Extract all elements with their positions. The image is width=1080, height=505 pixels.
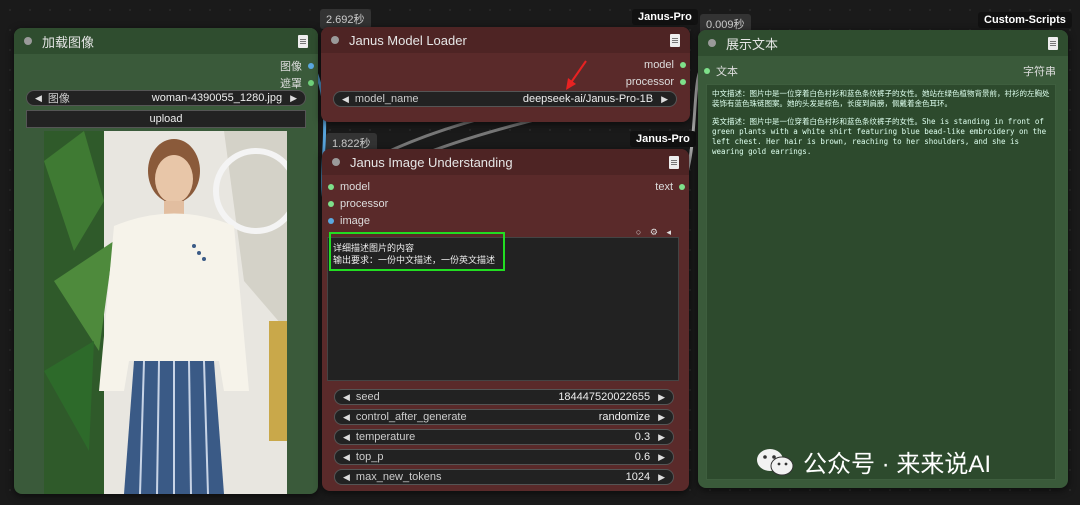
show-text-node[interactable]: 展示文本 文本 字符串 中文描述：图片中是一位穿着白色衬衫和蓝色条纹裤子的女性。… <box>698 30 1068 488</box>
output-text-port[interactable]: text <box>655 181 685 193</box>
node-title: Janus Model Loader <box>349 32 467 48</box>
node-title: Janus Image Understanding <box>350 154 513 170</box>
max-new-tokens-widget[interactable]: ◀ max_new_tokens 1024 ▶ <box>334 469 674 485</box>
image-preview <box>44 131 287 494</box>
show-text-header[interactable]: 展示文本 <box>698 30 1068 56</box>
model-port-icon[interactable] <box>328 184 334 190</box>
watermark-text: 公众号 · 来来说AI <box>803 451 992 478</box>
input-processor-port[interactable]: processor <box>328 198 388 210</box>
output-model-port[interactable]: model <box>644 59 686 71</box>
image-port-icon[interactable] <box>328 218 334 224</box>
node-title: 展示文本 <box>726 36 779 52</box>
green-highlight-box <box>329 232 505 271</box>
doc-icon[interactable] <box>669 155 679 169</box>
mask-port-icon[interactable] <box>308 80 314 86</box>
doc-icon[interactable] <box>1048 36 1058 50</box>
model-loader-node[interactable]: Janus Model Loader model processor ◀ mod… <box>321 27 690 122</box>
processor-port-icon[interactable] <box>328 201 334 207</box>
collapse-dot-icon[interactable] <box>24 37 32 45</box>
arrow-left-icon[interactable]: ◀ <box>343 452 350 463</box>
wechat-icon <box>757 448 794 475</box>
image-port-icon[interactable] <box>308 63 314 69</box>
understanding-node[interactable]: Janus Image Understanding model processo… <box>322 149 689 491</box>
model-port-icon[interactable] <box>680 62 686 68</box>
input-text-port[interactable]: 文本 <box>704 63 738 79</box>
output-image-port[interactable]: 图像 <box>280 58 314 74</box>
understanding-header[interactable]: Janus Image Understanding <box>322 149 689 175</box>
arrow-right-icon[interactable]: ▶ <box>658 472 665 483</box>
arrow-left-icon[interactable]: ◀ <box>343 472 350 483</box>
arrow-left-icon[interactable]: ◀ <box>343 412 350 423</box>
arrow-right-icon[interactable]: ▶ <box>661 94 668 105</box>
watermark: 公众号 · 来来说AI <box>755 444 991 479</box>
arrow-left-icon[interactable]: ◀ <box>342 94 349 105</box>
gear-icon[interactable]: ⚙ <box>650 227 658 237</box>
temperature-widget[interactable]: ◀ temperature 0.3 ▶ <box>334 429 674 445</box>
output-string-port[interactable]: 字符串 <box>1023 63 1056 79</box>
show-text-tag: Custom-Scripts <box>978 12 1072 28</box>
text-en: 英文描述：图片中是一位穿着白色衬衫和蓝色条纹裤子的女性。She is stand… <box>712 117 1047 156</box>
speaker-icon[interactable]: ◂ <box>666 227 671 237</box>
text-cn: 中文描述：图片中是一位穿着白色衬衫和蓝色条纹裤子的女性。她站在绿色植物背景前，衬… <box>712 89 1050 108</box>
arrow-right-icon[interactable]: ▶ <box>658 432 665 443</box>
seed-widget[interactable]: ◀ seed 184447520022655 ▶ <box>334 389 674 405</box>
top-p-widget[interactable]: ◀ top_p 0.6 ▶ <box>334 449 674 465</box>
doc-icon[interactable] <box>670 33 680 47</box>
processor-port-icon[interactable] <box>680 79 686 85</box>
arrow-left-icon[interactable]: ◀ <box>343 432 350 443</box>
collapse-dot-icon[interactable] <box>331 36 339 44</box>
circle-icon[interactable]: ○ <box>636 227 641 237</box>
load-image-node[interactable]: 加载图像 图像 遮罩 ◀ 图像 woman-4390055_1280.jpg ▶… <box>14 28 318 494</box>
load-image-header[interactable]: 加载图像 <box>14 28 318 54</box>
arrow-right-icon[interactable]: ▶ <box>290 93 297 104</box>
text-port-icon[interactable] <box>679 184 685 190</box>
red-arrow-annotation <box>566 60 587 90</box>
arrow-right-icon[interactable]: ▶ <box>658 412 665 423</box>
image-file-widget[interactable]: ◀ 图像 woman-4390055_1280.jpg ▶ <box>26 90 306 106</box>
doc-icon[interactable] <box>298 34 308 48</box>
input-model-port[interactable]: model <box>328 181 370 193</box>
collapse-dot-icon[interactable] <box>332 158 340 166</box>
control-after-generate-widget[interactable]: ◀ control_after_generate randomize ▶ <box>334 409 674 425</box>
model-loader-tag: Janus-Pro <box>632 9 698 25</box>
understanding-tag: Janus-Pro <box>630 131 696 147</box>
model-loader-timer: 2.692秒 <box>320 9 371 29</box>
arrow-left-icon[interactable]: ◀ <box>35 93 42 104</box>
arrow-right-icon[interactable]: ▶ <box>658 452 665 463</box>
arrow-left-icon[interactable]: ◀ <box>343 392 350 403</box>
model-name-widget[interactable]: ◀ model_name deepseek-ai/Janus-Pro-1B ▶ <box>333 91 677 107</box>
output-text-display[interactable]: 中文描述：图片中是一位穿着白色衬衫和蓝色条纹裤子的女性。她站在绿色植物背景前，衬… <box>706 84 1056 480</box>
output-mask-port[interactable]: 遮罩 <box>280 75 314 91</box>
input-image-port[interactable]: image <box>328 215 370 227</box>
text-port-icon[interactable] <box>704 68 710 74</box>
node-title: 加载图像 <box>42 34 95 50</box>
arrow-right-icon[interactable]: ▶ <box>658 392 665 403</box>
upload-button[interactable]: upload <box>26 110 306 128</box>
model-loader-header[interactable]: Janus Model Loader <box>321 27 690 53</box>
collapse-dot-icon[interactable] <box>708 39 716 47</box>
output-processor-port[interactable]: processor <box>626 76 686 88</box>
